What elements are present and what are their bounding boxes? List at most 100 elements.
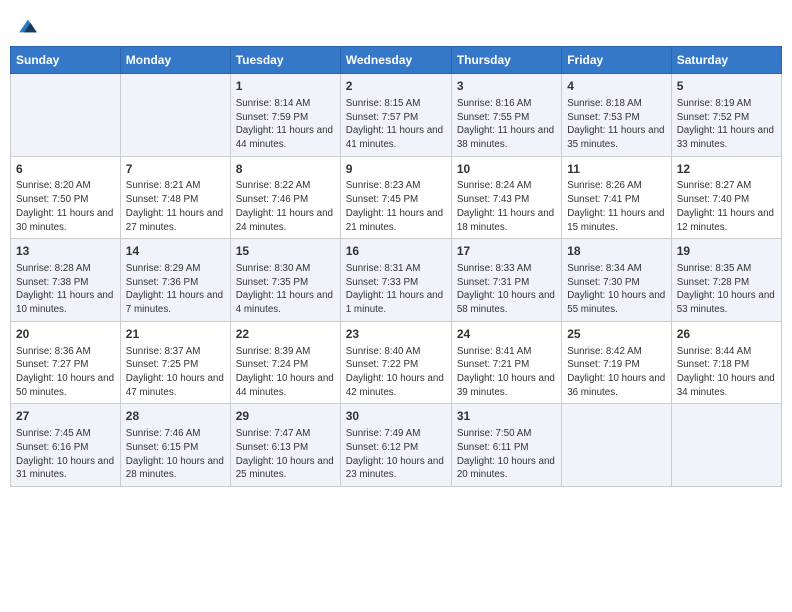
calendar-week-row: 6Sunrise: 8:20 AM Sunset: 7:50 PM Daylig… (11, 156, 782, 239)
calendar-cell: 1Sunrise: 8:14 AM Sunset: 7:59 PM Daylig… (230, 74, 340, 157)
calendar-cell: 3Sunrise: 8:16 AM Sunset: 7:55 PM Daylig… (451, 74, 561, 157)
calendar-cell: 16 Sunrise: 8:31 AM Sunset: 7:33 PM Dayli… (340, 239, 451, 322)
calendar-week-row: 1Sunrise: 8:14 AM Sunset: 7:59 PM Daylig… (11, 74, 782, 157)
day-number: 15 (236, 243, 335, 260)
calendar-table: SundayMondayTuesdayWednesdayThursdayFrid… (10, 46, 782, 487)
calendar-week-row: 13 Sunrise: 8:28 AM Sunset: 7:38 PM Dayli… (11, 239, 782, 322)
calendar-cell: 25 Sunrise: 8:42 AM Sunset: 7:19 PM Dayli… (562, 321, 672, 404)
day-number: 9 (346, 161, 446, 178)
calendar-cell: 20 Sunrise: 8:36 AM Sunset: 7:27 PM Dayli… (11, 321, 121, 404)
day-info: Sunrise: 7:47 AM Sunset: 6:13 PM Dayligh… (236, 427, 335, 482)
day-info: Sunrise: 8:36 AM Sunset: 7:27 PM Dayligh… (16, 345, 115, 400)
page-header (10, 10, 782, 38)
day-info: Sunrise: 7:50 AM Sunset: 6:11 PM Dayligh… (457, 427, 556, 482)
day-number: 1 (236, 78, 335, 95)
day-info: Sunrise: 8:30 AM Sunset: 7:35 PM Dayligh… (236, 262, 335, 317)
calendar-header: SundayMondayTuesdayWednesdayThursdayFrid… (11, 47, 782, 74)
calendar-cell: 15 Sunrise: 8:30 AM Sunset: 7:35 PM Dayli… (230, 239, 340, 322)
calendar-cell: 8Sunrise: 8:22 AM Sunset: 7:46 PM Daylig… (230, 156, 340, 239)
day-number: 4 (567, 78, 666, 95)
calendar-cell: 18 Sunrise: 8:34 AM Sunset: 7:30 PM Dayli… (562, 239, 672, 322)
weekday-header: Saturday (671, 47, 781, 74)
day-number: 3 (457, 78, 556, 95)
day-number: 14 (126, 243, 225, 260)
calendar-cell (562, 404, 672, 487)
day-number: 26 (677, 326, 776, 343)
calendar-cell: 5 Sunrise: 8:19 AM Sunset: 7:52 PM Daylig… (671, 74, 781, 157)
calendar-cell (120, 74, 230, 157)
day-info: Sunrise: 8:37 AM Sunset: 7:25 PM Dayligh… (126, 345, 225, 400)
day-number: 8 (236, 161, 335, 178)
calendar-cell: 26 Sunrise: 8:44 AM Sunset: 7:18 PM Dayli… (671, 321, 781, 404)
logo-icon (16, 14, 40, 38)
calendar-cell: 14 Sunrise: 8:29 AM Sunset: 7:36 PM Dayli… (120, 239, 230, 322)
day-number: 11 (567, 161, 666, 178)
day-number: 18 (567, 243, 666, 260)
day-number: 25 (567, 326, 666, 343)
day-number: 28 (126, 408, 225, 425)
day-info: Sunrise: 7:46 AM Sunset: 6:15 PM Dayligh… (126, 427, 225, 482)
day-info: Sunrise: 8:40 AM Sunset: 7:22 PM Dayligh… (346, 345, 446, 400)
day-number: 23 (346, 326, 446, 343)
day-info: Sunrise: 8:41 AM Sunset: 7:21 PM Dayligh… (457, 345, 556, 400)
day-number: 7 (126, 161, 225, 178)
calendar-cell: 27 Sunrise: 7:45 AM Sunset: 6:16 PM Dayli… (11, 404, 121, 487)
day-info: Sunrise: 7:49 AM Sunset: 6:12 PM Dayligh… (346, 427, 446, 482)
day-number: 13 (16, 243, 115, 260)
day-info: Sunrise: 8:22 AM Sunset: 7:46 PM Dayligh… (236, 179, 335, 234)
day-info: Sunrise: 7:45 AM Sunset: 6:16 PM Dayligh… (16, 427, 115, 482)
day-info: Sunrise: 8:18 AM Sunset: 7:53 PM Dayligh… (567, 97, 666, 152)
day-info: Sunrise: 8:19 AM Sunset: 7:52 PM Dayligh… (677, 97, 776, 152)
calendar-week-row: 20 Sunrise: 8:36 AM Sunset: 7:27 PM Dayli… (11, 321, 782, 404)
day-number: 10 (457, 161, 556, 178)
weekday-header: Monday (120, 47, 230, 74)
day-number: 24 (457, 326, 556, 343)
day-number: 12 (677, 161, 776, 178)
day-info: Sunrise: 8:34 AM Sunset: 7:30 PM Dayligh… (567, 262, 666, 317)
day-number: 20 (16, 326, 115, 343)
day-info: Sunrise: 8:31 AM Sunset: 7:33 PM Dayligh… (346, 262, 446, 317)
day-info: Sunrise: 8:26 AM Sunset: 7:41 PM Dayligh… (567, 179, 666, 234)
calendar-cell (671, 404, 781, 487)
calendar-cell: 31 Sunrise: 7:50 AM Sunset: 6:11 PM Dayli… (451, 404, 561, 487)
day-number: 21 (126, 326, 225, 343)
day-info: Sunrise: 8:35 AM Sunset: 7:28 PM Dayligh… (677, 262, 776, 317)
day-info: Sunrise: 8:42 AM Sunset: 7:19 PM Dayligh… (567, 345, 666, 400)
day-info: Sunrise: 8:28 AM Sunset: 7:38 PM Dayligh… (16, 262, 115, 317)
day-info: Sunrise: 8:15 AM Sunset: 7:57 PM Dayligh… (346, 97, 446, 152)
day-info: Sunrise: 8:27 AM Sunset: 7:40 PM Dayligh… (677, 179, 776, 234)
calendar-week-row: 27 Sunrise: 7:45 AM Sunset: 6:16 PM Dayli… (11, 404, 782, 487)
day-number: 31 (457, 408, 556, 425)
day-number: 5 (677, 78, 776, 95)
day-number: 27 (16, 408, 115, 425)
day-info: Sunrise: 8:24 AM Sunset: 7:43 PM Dayligh… (457, 179, 556, 234)
calendar-cell: 24 Sunrise: 8:41 AM Sunset: 7:21 PM Dayli… (451, 321, 561, 404)
day-number: 19 (677, 243, 776, 260)
calendar-cell: 28 Sunrise: 7:46 AM Sunset: 6:15 PM Dayli… (120, 404, 230, 487)
calendar-cell: 12Sunrise: 8:27 AM Sunset: 7:40 PM Dayli… (671, 156, 781, 239)
calendar-cell: 7Sunrise: 8:21 AM Sunset: 7:48 PM Daylig… (120, 156, 230, 239)
weekday-header: Sunday (11, 47, 121, 74)
calendar-cell: 10Sunrise: 8:24 AM Sunset: 7:43 PM Dayli… (451, 156, 561, 239)
day-info: Sunrise: 8:29 AM Sunset: 7:36 PM Dayligh… (126, 262, 225, 317)
calendar-cell: 11Sunrise: 8:26 AM Sunset: 7:41 PM Dayli… (562, 156, 672, 239)
logo (14, 14, 40, 38)
calendar-cell: 4 Sunrise: 8:18 AM Sunset: 7:53 PM Daylig… (562, 74, 672, 157)
calendar-cell: 9Sunrise: 8:23 AM Sunset: 7:45 PM Daylig… (340, 156, 451, 239)
day-info: Sunrise: 8:20 AM Sunset: 7:50 PM Dayligh… (16, 179, 115, 234)
day-info: Sunrise: 8:23 AM Sunset: 7:45 PM Dayligh… (346, 179, 446, 234)
day-number: 30 (346, 408, 446, 425)
weekday-header: Thursday (451, 47, 561, 74)
calendar-cell: 23 Sunrise: 8:40 AM Sunset: 7:22 PM Dayli… (340, 321, 451, 404)
day-number: 16 (346, 243, 446, 260)
calendar-cell: 22Sunrise: 8:39 AM Sunset: 7:24 PM Dayli… (230, 321, 340, 404)
calendar-cell: 21 Sunrise: 8:37 AM Sunset: 7:25 PM Dayli… (120, 321, 230, 404)
day-number: 17 (457, 243, 556, 260)
calendar-cell: 30 Sunrise: 7:49 AM Sunset: 6:12 PM Dayli… (340, 404, 451, 487)
day-number: 2 (346, 78, 446, 95)
day-info: Sunrise: 8:44 AM Sunset: 7:18 PM Dayligh… (677, 345, 776, 400)
day-info: Sunrise: 8:33 AM Sunset: 7:31 PM Dayligh… (457, 262, 556, 317)
calendar-cell: 2 Sunrise: 8:15 AM Sunset: 7:57 PM Daylig… (340, 74, 451, 157)
day-info: Sunrise: 8:39 AM Sunset: 7:24 PM Dayligh… (236, 345, 335, 400)
calendar-cell: 29Sunrise: 7:47 AM Sunset: 6:13 PM Dayli… (230, 404, 340, 487)
